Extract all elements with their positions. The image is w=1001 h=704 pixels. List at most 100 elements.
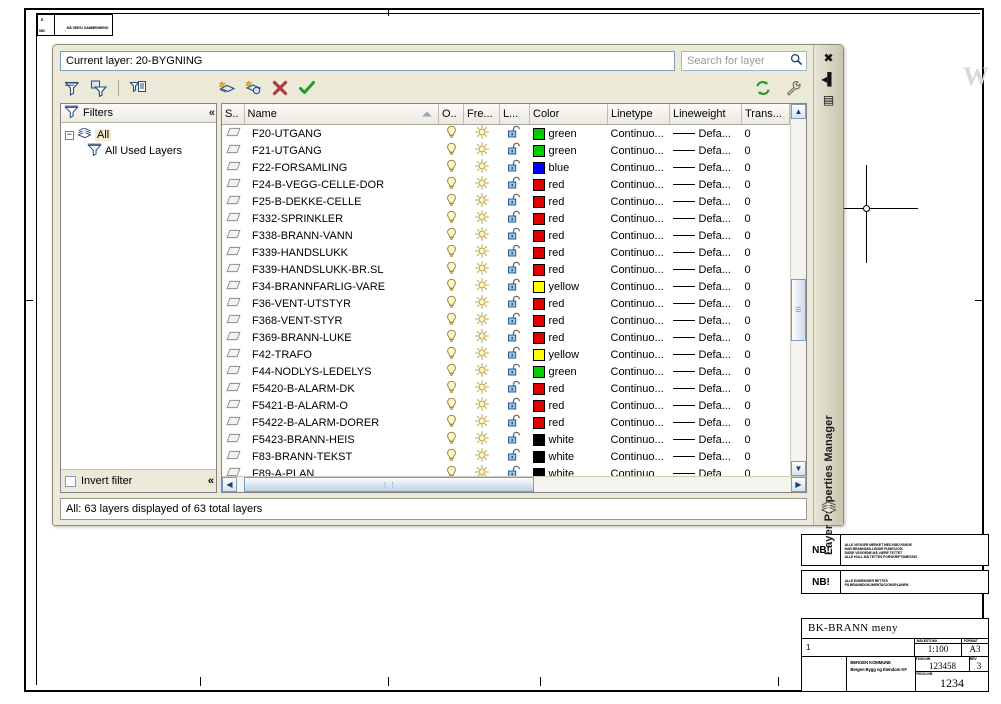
- cell-lock[interactable]: [500, 176, 530, 193]
- cell-transparency[interactable]: 0: [742, 431, 790, 448]
- cell-on[interactable]: [439, 295, 464, 312]
- table-row[interactable]: F5420-B-ALARM-DK red Continuo... Defa... 0: [222, 380, 790, 397]
- cell-linetype[interactable]: Continuo...: [608, 193, 670, 210]
- cell-freeze[interactable]: [464, 363, 500, 380]
- cell-lineweight[interactable]: Defa...: [670, 227, 742, 244]
- search-input[interactable]: Search for layer: [681, 51, 807, 71]
- new-layer-vp-frozen-button[interactable]: [241, 77, 265, 99]
- cell-status[interactable]: [222, 295, 244, 312]
- cell-name[interactable]: F24-B-VEGG-CELLE-DOR: [244, 176, 439, 193]
- cell-transparency[interactable]: 0: [742, 142, 790, 159]
- cell-color[interactable]: red: [530, 414, 608, 431]
- cell-on[interactable]: [439, 261, 464, 278]
- invert-filter-checkbox[interactable]: [65, 475, 76, 487]
- table-row[interactable]: F339-HANDSLUKK red Continuo... Defa... 0: [222, 244, 790, 261]
- cell-freeze[interactable]: [464, 142, 500, 159]
- cell-transparency[interactable]: 0: [742, 397, 790, 414]
- cell-transparency[interactable]: 0: [742, 312, 790, 329]
- new-property-filter-button[interactable]: [60, 77, 84, 99]
- cell-on[interactable]: [439, 244, 464, 261]
- cell-transparency[interactable]: 0: [742, 193, 790, 210]
- cell-lineweight[interactable]: Defa...: [670, 176, 742, 193]
- layer-unlocked-icon[interactable]: [507, 227, 522, 244]
- cell-lineweight[interactable]: Defa...: [670, 363, 742, 380]
- cell-status[interactable]: [222, 244, 244, 261]
- layer-unlocked-icon[interactable]: [507, 278, 522, 295]
- cell-transparency[interactable]: 0: [742, 278, 790, 295]
- cell-on[interactable]: [439, 227, 464, 244]
- cell-transparency[interactable]: 0: [742, 210, 790, 227]
- cell-freeze[interactable]: [464, 448, 500, 465]
- cell-status[interactable]: [222, 176, 244, 193]
- cell-name[interactable]: F22-FORSAMLING: [244, 159, 439, 176]
- cell-transparency[interactable]: 0: [742, 448, 790, 465]
- col-lineweight[interactable]: Lineweight: [669, 104, 742, 125]
- cell-on[interactable]: [439, 346, 464, 363]
- layer-thaw-icon[interactable]: [474, 363, 489, 380]
- layer-on-icon[interactable]: [445, 346, 458, 363]
- layer-unlocked-icon[interactable]: [507, 159, 522, 176]
- table-row[interactable]: F339-HANDSLUKK-BR.SL red Continuo... Defa..…: [222, 261, 790, 278]
- layer-on-icon[interactable]: [445, 142, 458, 159]
- cell-linetype[interactable]: Continuo...: [608, 261, 670, 278]
- cell-color[interactable]: red: [530, 193, 608, 210]
- cell-lineweight[interactable]: Defa...: [670, 448, 742, 465]
- table-row[interactable]: F34-BRANNFARLIG-VARE yellow Continuo... Def…: [222, 278, 790, 295]
- cell-color[interactable]: red: [530, 244, 608, 261]
- close-button[interactable]: ✖: [821, 51, 837, 65]
- cell-name[interactable]: F21-UTGANG: [244, 142, 439, 159]
- layer-on-icon[interactable]: [445, 414, 458, 431]
- table-row[interactable]: F36-VENT-UTSTYR red Continuo... Defa... 0: [222, 295, 790, 312]
- table-row[interactable]: F22-FORSAMLING blue Continuo... Defa... 0: [222, 159, 790, 176]
- layer-on-icon[interactable]: [445, 125, 458, 142]
- cell-name[interactable]: F338-BRANN-VANN: [244, 227, 439, 244]
- new-layer-button[interactable]: [214, 77, 238, 99]
- cell-on[interactable]: [439, 431, 464, 448]
- cell-color[interactable]: yellow: [530, 346, 608, 363]
- cell-lock[interactable]: [500, 227, 530, 244]
- cell-status[interactable]: [222, 142, 244, 159]
- cell-lock[interactable]: [500, 142, 530, 159]
- cell-lineweight[interactable]: Defa...: [670, 431, 742, 448]
- cell-on[interactable]: [439, 159, 464, 176]
- cell-name[interactable]: F332-SPRINKLER: [244, 210, 439, 227]
- cell-freeze[interactable]: [464, 295, 500, 312]
- cell-freeze[interactable]: [464, 312, 500, 329]
- cell-lineweight[interactable]: Defa...: [670, 346, 742, 363]
- cell-linetype[interactable]: Continuo...: [608, 176, 670, 193]
- cell-on[interactable]: [439, 414, 464, 431]
- cell-lock[interactable]: [500, 312, 530, 329]
- cell-status[interactable]: [222, 261, 244, 278]
- settings-button[interactable]: [781, 77, 805, 99]
- cell-freeze[interactable]: [464, 210, 500, 227]
- cell-status[interactable]: [222, 227, 244, 244]
- cell-color[interactable]: red: [530, 176, 608, 193]
- layer-thaw-icon[interactable]: [474, 142, 489, 159]
- cell-lock[interactable]: [500, 380, 530, 397]
- new-group-filter-button[interactable]: [87, 77, 111, 99]
- cell-name[interactable]: F25-B-DEKKE-CELLE: [244, 193, 439, 210]
- cell-freeze[interactable]: [464, 159, 500, 176]
- layer-unlocked-icon[interactable]: [507, 414, 522, 431]
- cell-name[interactable]: F339-HANDSLUKK-BR.SL: [244, 261, 439, 278]
- layer-thaw-icon[interactable]: [474, 414, 489, 431]
- cell-color[interactable]: red: [530, 312, 608, 329]
- cell-status[interactable]: [222, 380, 244, 397]
- layer-unlocked-icon[interactable]: [507, 210, 522, 227]
- layer-thaw-icon[interactable]: [474, 261, 489, 278]
- layer-thaw-icon[interactable]: [474, 227, 489, 244]
- cell-status[interactable]: [222, 448, 244, 465]
- cell-on[interactable]: [439, 397, 464, 414]
- cell-transparency[interactable]: 0: [742, 295, 790, 312]
- cell-name[interactable]: F339-HANDSLUKK: [244, 244, 439, 261]
- cell-name[interactable]: F20-UTGANG: [244, 125, 439, 143]
- cell-linetype[interactable]: Continuo...: [608, 431, 670, 448]
- cell-color[interactable]: red: [530, 380, 608, 397]
- cell-transparency[interactable]: 0: [742, 159, 790, 176]
- cell-freeze[interactable]: [464, 414, 500, 431]
- layer-thaw-icon[interactable]: [474, 380, 489, 397]
- cell-lock[interactable]: [500, 125, 530, 143]
- cell-linetype[interactable]: Continuo...: [608, 397, 670, 414]
- layer-thaw-icon[interactable]: [474, 244, 489, 261]
- cell-linetype[interactable]: Continuo...: [608, 295, 670, 312]
